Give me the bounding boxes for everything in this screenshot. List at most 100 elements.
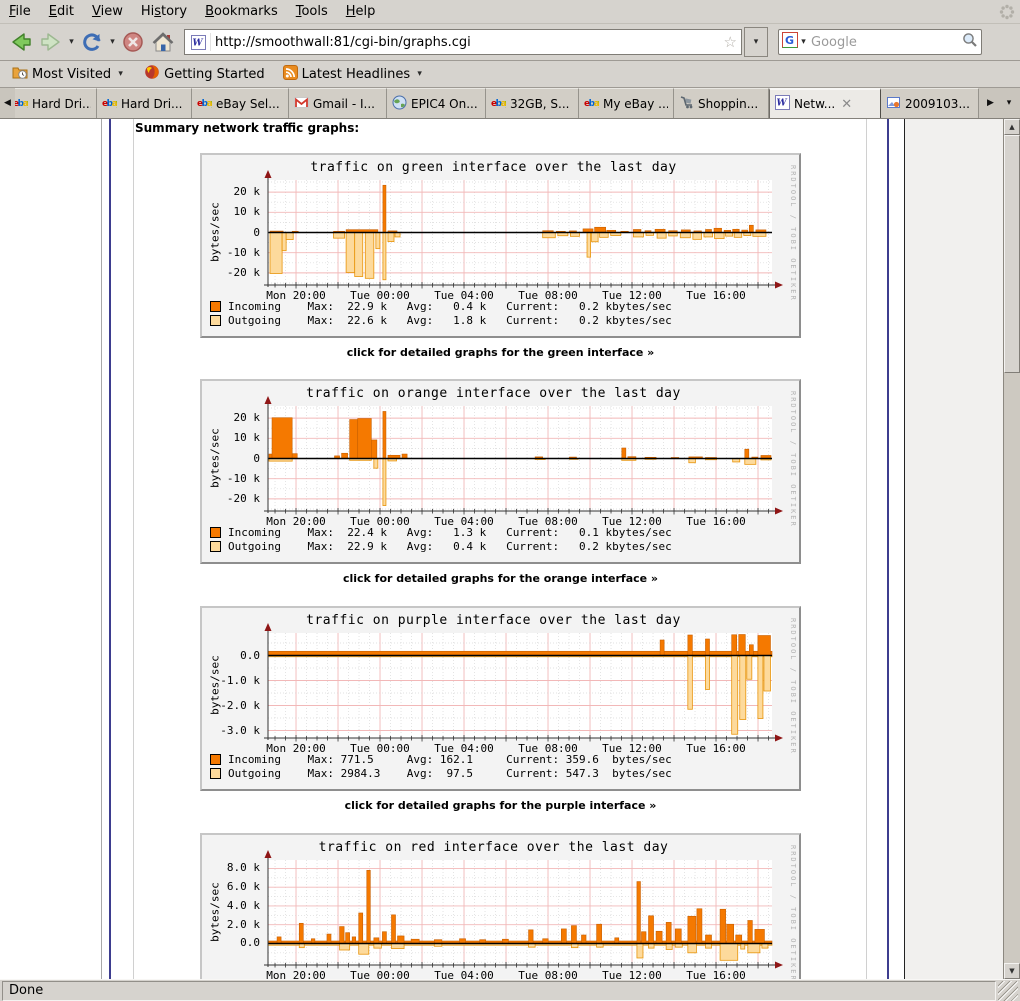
menu-file[interactable]: File xyxy=(0,1,40,22)
legend-text: Incoming Max: 771.5 Avg: 162.1 Current: … xyxy=(228,753,672,766)
search-bar[interactable]: G ▾ xyxy=(778,29,982,55)
window-resize-grip[interactable] xyxy=(998,981,1018,1001)
scrollbar-thumb[interactable] xyxy=(1004,135,1020,373)
menu-help[interactable]: Help xyxy=(337,1,385,22)
bookmark-label: Latest Headlines xyxy=(302,67,411,82)
forward-button[interactable] xyxy=(36,27,66,57)
svg-text:ebay: ebay xyxy=(102,99,117,109)
bookmark-most-visited[interactable]: Most Visited ▾ xyxy=(6,57,132,91)
legend-text: Incoming Max: 22.4 k Avg: 1.3 k Current:… xyxy=(228,526,672,539)
back-history-dropdown[interactable]: ▾ xyxy=(66,27,77,57)
rrd-graph-image-purple[interactable]: traffic on purple interface over the las… xyxy=(200,606,801,791)
menu-edit[interactable]: Edit xyxy=(40,1,83,22)
network-graph-orange: traffic on orange interface over the las… xyxy=(200,379,801,585)
y-tick-label: -10 k xyxy=(202,246,260,259)
tab-close-icon[interactable]: ✕ xyxy=(841,97,852,112)
plot-area xyxy=(262,622,784,746)
network-graph-green: traffic on green interface over the last… xyxy=(200,153,801,359)
menu-bookmarks[interactable]: Bookmarks xyxy=(196,1,287,22)
legend-swatch xyxy=(210,768,221,779)
legend-text: Incoming Max: 22.9 k Avg: 0.4 k Current:… xyxy=(228,300,672,313)
browser-tab[interactable]: ebay32GB, S... xyxy=(486,88,579,118)
vertical-scrollbar[interactable]: ▲ ▼ xyxy=(1003,119,1020,979)
bookmark-label: Most Visited xyxy=(32,67,111,82)
network-graph-purple: traffic on purple interface over the las… xyxy=(200,606,801,812)
detail-graph-link[interactable]: click for detailed graphs for the green … xyxy=(200,346,801,359)
svg-text:ebay: ebay xyxy=(15,99,28,109)
bookmark-getting-started[interactable]: Getting Started xyxy=(138,62,271,86)
legend-row: Incoming Max: 771.5 Avg: 162.1 Current: … xyxy=(210,753,672,765)
y-tick-label: 20 k xyxy=(202,185,260,198)
svg-text:G: G xyxy=(785,34,794,47)
url-input[interactable] xyxy=(215,35,724,50)
menu-history[interactable]: History xyxy=(132,1,196,22)
bookmark-latest-headlines[interactable]: Latest Headlines ▾ xyxy=(277,57,432,91)
y-tick-label: 0 xyxy=(202,226,260,239)
scrollbar-up-button[interactable]: ▲ xyxy=(1004,119,1020,135)
y-tick-label: -10 k xyxy=(202,472,260,485)
back-arrow-icon xyxy=(13,34,30,50)
browser-tab[interactable]: 2009103... xyxy=(881,88,979,118)
status-message-field: Done xyxy=(2,981,996,1001)
menu-bar: File Edit View History Bookmarks Tools H… xyxy=(0,0,1020,24)
rrdtool-watermark: RRDTOOL / TOBI OETIKER xyxy=(789,391,797,528)
svg-text:W: W xyxy=(192,38,203,48)
browser-tab[interactable]: EPIC4 On... xyxy=(387,88,486,118)
y-tick-label: 10 k xyxy=(202,205,260,218)
cart-icon xyxy=(679,95,694,113)
browser-tab[interactable]: ebayHard Dri... xyxy=(15,88,97,118)
menu-tools[interactable]: Tools xyxy=(287,1,337,22)
site-favicon-smoothwall-icon: W xyxy=(189,33,211,51)
plot-area xyxy=(262,395,784,519)
tab-label: Hard Dri... xyxy=(121,97,182,111)
stop-button[interactable] xyxy=(118,27,148,57)
detail-graph-link[interactable]: click for detailed graphs for the purple… xyxy=(200,799,801,812)
tab-label: eBay Sel... xyxy=(216,97,280,111)
bookmark-star-icon[interactable]: ☆ xyxy=(724,35,737,50)
y-tick-label: 0 xyxy=(202,452,260,465)
search-magnifier-icon[interactable] xyxy=(962,32,978,52)
legend-text: Outgoing Max: 22.9 k Avg: 0.4 k Current:… xyxy=(228,540,672,553)
ebay-icon: ebay xyxy=(102,95,117,113)
url-bar[interactable]: W ☆ xyxy=(184,29,742,55)
tab-list-dropdown[interactable]: ▾ xyxy=(998,88,1020,118)
detail-graph-link[interactable]: click for detailed graphs for the orange… xyxy=(200,572,801,585)
ebay-icon: ebay xyxy=(491,95,506,113)
chevron-down-icon: ▾ xyxy=(414,59,425,89)
legend-text: Outgoing Max: 2984.3 Avg: 97.5 Current: … xyxy=(228,767,672,780)
tab-scroll-right-button[interactable]: ▶ xyxy=(983,88,998,118)
menu-view[interactable]: View xyxy=(83,1,132,22)
tab-scroll-left-button[interactable]: ◀ xyxy=(0,88,15,118)
search-input[interactable] xyxy=(809,34,962,51)
rrd-graph-image-green[interactable]: traffic on green interface over the last… xyxy=(200,153,801,338)
ebay-icon: ebay xyxy=(584,95,599,113)
reload-dropdown[interactable]: ▾ xyxy=(107,27,118,57)
forward-arrow-icon xyxy=(42,34,59,50)
rss-icon xyxy=(283,65,298,84)
legend-row: Incoming Max: 22.4 k Avg: 1.3 k Current:… xyxy=(210,526,672,538)
image-icon xyxy=(886,95,901,113)
rrd-graph-image-orange[interactable]: traffic on orange interface over the las… xyxy=(200,379,801,564)
browser-tab[interactable]: Shoppin... xyxy=(674,88,769,118)
legend-swatch xyxy=(210,541,221,552)
browser-tab[interactable]: WNetw...✕ xyxy=(769,88,881,118)
scrollbar-down-button[interactable]: ▼ xyxy=(1004,963,1020,979)
rrd-graph-image-red[interactable]: traffic on red interface over the last d… xyxy=(200,833,801,979)
status-bar: Done xyxy=(0,979,1020,1001)
url-history-dropdown[interactable]: ▾ xyxy=(744,27,768,57)
browser-tab[interactable]: ebay eBay Sel... xyxy=(192,88,289,118)
network-graph-red: traffic on red interface over the last d… xyxy=(200,833,801,979)
back-button[interactable] xyxy=(6,27,36,57)
activity-throbber-icon xyxy=(998,3,1016,21)
ebay-icon: ebay xyxy=(197,95,212,113)
browser-tab[interactable]: ebay Hard Dri... xyxy=(97,88,192,118)
chevron-down-icon: ▾ xyxy=(115,59,126,89)
gmail-icon xyxy=(294,95,309,113)
search-engine-dropdown[interactable]: ▾ xyxy=(798,27,809,57)
home-button[interactable] xyxy=(148,27,178,57)
reload-button[interactable] xyxy=(77,27,107,57)
browser-tab[interactable]: ebayMy eBay ... xyxy=(579,88,674,118)
browser-tab[interactable]: Gmail - I... xyxy=(289,88,387,118)
search-engine-google-icon[interactable]: G xyxy=(782,32,798,52)
firefox-icon xyxy=(144,64,160,84)
